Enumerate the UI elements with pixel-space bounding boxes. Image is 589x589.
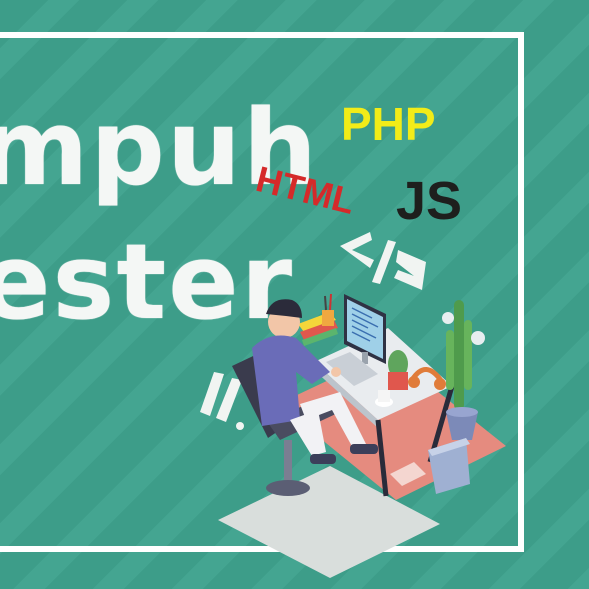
cactus	[388, 350, 408, 390]
developer-illustration	[200, 232, 506, 578]
code-tag-icon	[340, 232, 426, 290]
slash-marks-icon	[200, 372, 244, 430]
banner-canvas: mpuh ester PHP HTML JS	[0, 0, 589, 589]
